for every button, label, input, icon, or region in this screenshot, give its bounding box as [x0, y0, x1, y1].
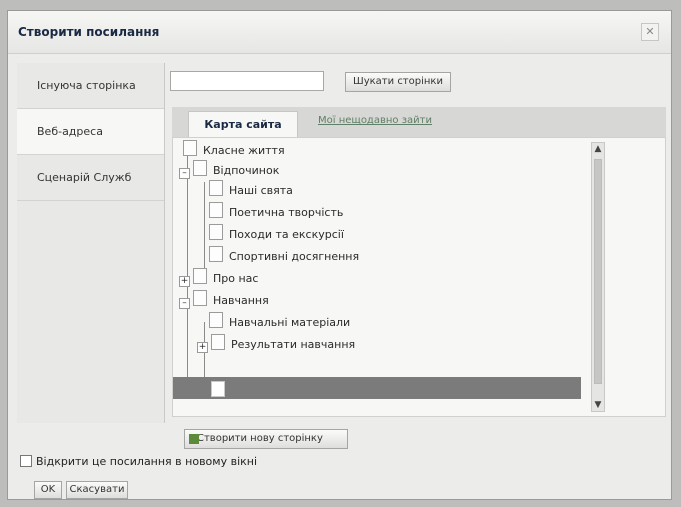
tree-node[interactable]: Спортивні досягнення [209, 246, 359, 266]
tree-node-label: Відпочинок [213, 164, 280, 177]
selected-tree-row[interactable] [173, 377, 581, 399]
tree-node[interactable]: – Навчання [179, 290, 269, 310]
search-button[interactable]: Шукати сторінки [345, 72, 451, 92]
page-icon [211, 381, 225, 397]
dialog-footer: Відкрити це посилання в новому вікні OK … [20, 454, 661, 502]
tree-node-label: Навчання [213, 294, 269, 307]
page-icon [209, 312, 223, 328]
sidebar-item-existing-page[interactable]: Існуюча сторінка [17, 63, 164, 109]
tab-bar: Карта сайта Мої нещодавно зайти [172, 107, 666, 137]
create-new-page-button[interactable]: Створити нову сторінку [184, 429, 348, 449]
sidebar-item-service-script[interactable]: Сценарій Служб [17, 155, 164, 201]
tree-node[interactable]: + Результати навчання [197, 334, 355, 354]
tree-node[interactable]: Класне життя [183, 140, 285, 160]
link-type-nav: Існуюча сторінка Веб-адреса Сценарій Слу… [17, 63, 165, 423]
page-icon [193, 160, 207, 176]
sidebar-item-label: Сценарій Служб [37, 171, 132, 184]
create-link-dialog: Створити посилання ✕ Існуюча сторінка Ве… [7, 10, 672, 500]
tree-node-label: Результати навчання [231, 338, 356, 351]
open-new-window-checkbox[interactable] [20, 455, 32, 467]
tree-line [204, 182, 205, 272]
scroll-thumb[interactable] [594, 159, 602, 384]
page-icon [209, 180, 223, 196]
page-icon [209, 202, 223, 218]
sidebar-item-web-address[interactable]: Веб-адреса [17, 109, 164, 155]
page-icon [183, 140, 197, 156]
tree-node-label: Поетична творчість [229, 206, 344, 219]
sidebar-item-label: Існуюча сторінка [37, 79, 136, 92]
tree-node-label: Наші свята [229, 184, 293, 197]
dialog-titlebar: Створити посилання ✕ [8, 11, 671, 54]
tree-node-label: Спортивні досягнення [229, 250, 360, 263]
page-icon [193, 290, 207, 306]
tree-node[interactable]: – Відпочинок [179, 160, 279, 180]
tree-node-label: Походи та екскурсії [229, 228, 344, 241]
scroll-up-icon[interactable]: ▲ [592, 143, 604, 155]
open-new-window-label: Відкрити це посилання в новому вікні [36, 455, 258, 468]
create-new-page-label: Створити нову сторінку [197, 433, 323, 444]
sidebar-item-label: Веб-адреса [37, 125, 103, 138]
plus-icon [189, 434, 199, 444]
page-icon [193, 268, 207, 284]
expand-icon[interactable]: + [197, 342, 208, 353]
expand-icon[interactable]: + [179, 276, 190, 287]
search-input[interactable] [170, 71, 324, 91]
tab-site-map[interactable]: Карта сайта [188, 111, 298, 137]
page-icon [211, 334, 225, 350]
tree-node[interactable]: Навчальні матеріали [209, 312, 350, 332]
tree-node-label: Навчальні матеріали [229, 316, 351, 329]
left-panel: Існуюча сторінка Веб-адреса Сценарій Слу… [17, 63, 165, 433]
page-icon [209, 224, 223, 240]
tree-scrollbar[interactable]: ▲ ▼ [591, 142, 605, 412]
tree-node[interactable]: Поетична творчість [209, 202, 343, 222]
collapse-icon[interactable]: – [179, 168, 190, 179]
dialog-title: Створити посилання [18, 25, 160, 39]
tab-recent-pages[interactable]: Мої нещодавно зайти [318, 115, 432, 126]
tree-node[interactable]: Наші свята [209, 180, 293, 200]
close-icon[interactable]: ✕ [641, 23, 659, 41]
tree-node-label: Класне життя [203, 144, 285, 157]
tree-node[interactable]: Походи та екскурсії [209, 224, 344, 244]
site-tree: Класне життя – Відпочинок Наші свята Поет… [172, 137, 666, 417]
scroll-down-icon[interactable]: ▼ [592, 399, 604, 411]
ok-button[interactable]: OK [34, 481, 62, 499]
page-icon [209, 246, 223, 262]
tree-node[interactable]: + Про нас [179, 268, 258, 288]
cancel-button[interactable]: Скасувати [66, 481, 128, 499]
tree-node-label: Про нас [213, 272, 259, 285]
main-panel: Шукати сторінки Карта сайта Мої нещодавн… [168, 63, 668, 449]
open-new-window-row[interactable]: Відкрити це посилання в новому вікні [20, 454, 257, 470]
collapse-icon[interactable]: – [179, 298, 190, 309]
